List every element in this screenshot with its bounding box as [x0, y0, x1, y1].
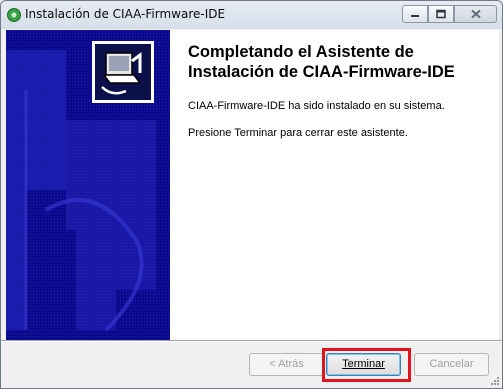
finish-instruction-text: Presione Terminar para cerrar este asist… [188, 127, 408, 139]
maximize-icon [436, 9, 446, 19]
wizard-content: Completando el Asistente de Instalación … [6, 30, 499, 340]
finish-button-highlight-box [322, 348, 411, 382]
minimize-icon [411, 15, 419, 17]
computer-install-icon [95, 44, 151, 100]
back-button[interactable]: < Atrás [249, 353, 324, 376]
installer-logo [92, 41, 154, 103]
installer-app-icon [7, 8, 21, 22]
install-success-text: CIAA-Firmware-IDE ha sido instalado en s… [188, 100, 445, 112]
wizard-headline: Completando el Asistente de Instalación … [188, 43, 455, 81]
close-icon [470, 9, 481, 19]
window-title: Instalación de CIAA-Firmware-IDE [25, 7, 226, 21]
title-bar[interactable]: Instalación de CIAA-Firmware-IDE [1, 1, 502, 29]
cancel-button[interactable]: Cancelar [414, 353, 489, 376]
resize-grip-icon[interactable] [490, 376, 500, 386]
installer-window: Instalación de CIAA-Firmware-IDE Complet… [0, 0, 503, 389]
minimize-button[interactable] [402, 5, 428, 23]
maximize-button[interactable] [428, 5, 454, 23]
close-button[interactable] [454, 5, 497, 23]
footer-divider-highlight [1, 341, 502, 342]
